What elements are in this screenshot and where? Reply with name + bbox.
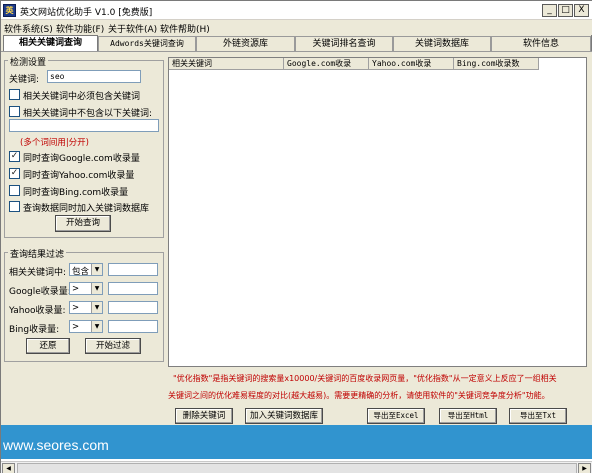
- filter-title: 查询结果过滤: [8, 247, 67, 260]
- tab-strip: 相关关键词查询 Adwords关键词查询 外链资源库 关键词排名查询 关键词数据…: [1, 35, 592, 51]
- minimize-button[interactable]: _: [542, 4, 557, 17]
- add-to-db-label: 查询数据同时加入关键词数据库: [23, 204, 150, 214]
- filter-bing-label: Bing收录量:: [9, 325, 60, 335]
- column-header-bing[interactable]: Bing.com收录数: [454, 58, 539, 70]
- filter-google-label: Google收录量:: [9, 287, 71, 297]
- title-bar: 英 英文网站优化助手 V1.0 [免费版] _ □ X: [1, 1, 592, 20]
- window-title: 英文网站优化助手 V1.0 [免费版]: [20, 8, 153, 18]
- detect-settings-title: 检测设置: [8, 55, 49, 68]
- exclude-keywords-input[interactable]: [9, 119, 159, 132]
- maximize-button[interactable]: □: [558, 4, 573, 17]
- export-excel-button[interactable]: 导出至Excel: [367, 408, 425, 424]
- separator-hint: (多个词间用|分开): [20, 138, 89, 148]
- chevron-down-icon: ▼: [91, 283, 102, 294]
- ad-banner[interactable]: www.seores.com: [1, 425, 592, 461]
- filter-related-select-value: 包含: [72, 267, 90, 277]
- close-button[interactable]: X: [574, 4, 589, 17]
- query-bing-checkbox[interactable]: [9, 185, 20, 196]
- filter-yahoo-select-value: >: [72, 303, 80, 313]
- scrollbar-thumb[interactable]: [17, 463, 577, 473]
- query-yahoo-label: 同时查询Yahoo.com收录量: [23, 171, 135, 181]
- keyword-label: 关键词:: [9, 75, 40, 85]
- column-header-keyword[interactable]: 相关关键词: [169, 58, 284, 70]
- column-header-google[interactable]: Google.com收录: [284, 58, 369, 70]
- filter-related-label: 相关关键词中:: [9, 268, 67, 278]
- app-icon: 英: [3, 4, 16, 17]
- filter-related-input[interactable]: [108, 263, 158, 276]
- query-google-label: 同时查询Google.com收录量: [23, 154, 140, 164]
- filter-bing-select[interactable]: > ▼: [69, 320, 103, 333]
- filter-yahoo-label: Yahoo收录量:: [9, 306, 66, 316]
- must-include-checkbox[interactable]: [9, 89, 20, 100]
- chevron-down-icon: ▼: [91, 302, 102, 313]
- filter-google-select-value: >: [72, 284, 80, 294]
- must-include-label: 相关关键词中必须包含关键词: [23, 92, 141, 102]
- query-yahoo-checkbox[interactable]: ✓: [9, 168, 20, 179]
- filter-yahoo-select[interactable]: > ▼: [69, 301, 103, 314]
- add-to-db-checkbox[interactable]: [9, 201, 20, 212]
- chevron-down-icon: ▼: [91, 321, 102, 332]
- query-google-checkbox[interactable]: ✓: [9, 151, 20, 162]
- menu-functions[interactable]: 软件功能(F): [56, 22, 104, 35]
- export-txt-button[interactable]: 导出至Txt: [509, 408, 567, 424]
- banner-url[interactable]: www.seores.com: [3, 437, 109, 453]
- start-filter-button[interactable]: 开始过滤: [85, 338, 141, 354]
- query-bing-label: 同时查询Bing.com收录量: [23, 188, 129, 198]
- delete-keyword-button[interactable]: 删除关键词: [175, 408, 233, 424]
- app-window: 英 英文网站优化助手 V1.0 [免费版] _ □ X 软件系统(S) 软件功能…: [0, 0, 592, 473]
- filter-yahoo-input[interactable]: [108, 301, 158, 314]
- exclude-label: 相关关键词中不包含以下关键词:: [23, 109, 153, 119]
- chevron-down-icon: ▼: [91, 264, 102, 275]
- tab-related-keywords[interactable]: 相关关键词查询: [3, 35, 98, 51]
- filter-bing-select-value: >: [72, 322, 80, 332]
- keyword-input[interactable]: seo: [47, 70, 141, 83]
- menu-help[interactable]: 软件帮助(H): [160, 22, 210, 35]
- add-to-db-button[interactable]: 加入关键词数据库: [245, 408, 323, 424]
- scroll-left-icon[interactable]: ◀: [2, 463, 15, 473]
- menu-bar: 软件系统(S) 软件功能(F) 关于软件(A) 软件帮助(H): [1, 20, 592, 35]
- exclude-checkbox[interactable]: [9, 106, 20, 117]
- info-text-line1: "优化指数"是指关键词的搜索量x10000/关键词的百度收录网页量，"优化指数"…: [173, 374, 557, 383]
- tab-panel: 检测设置 关键词: seo 相关关键词中必须包含关键词 相关关键词中不包含以下关…: [1, 51, 592, 425]
- export-html-button[interactable]: 导出至Html: [439, 408, 497, 424]
- info-text-line2: 关键词之间的优化难易程度的对比(越大越易)。需要更精确的分析，请使用软件的"关键…: [168, 391, 550, 400]
- tab-software-info[interactable]: 软件信息: [491, 36, 591, 51]
- menu-about[interactable]: 关于软件(A): [108, 22, 157, 35]
- tab-rank-query[interactable]: 关键词排名查询: [295, 36, 393, 51]
- menu-system[interactable]: 软件系统(S): [4, 22, 53, 35]
- start-query-button[interactable]: 开始查询: [55, 215, 111, 232]
- filter-google-select[interactable]: > ▼: [69, 282, 103, 295]
- filter-google-input[interactable]: [108, 282, 158, 295]
- tab-adwords[interactable]: Adwords关键词查询: [98, 36, 196, 51]
- reset-button[interactable]: 还原: [26, 338, 70, 354]
- results-table[interactable]: 相关关键词 Google.com收录 Yahoo.com收录 Bing.com收…: [168, 57, 587, 367]
- tab-backlinks[interactable]: 外链资源库: [196, 36, 295, 51]
- filter-bing-input[interactable]: [108, 320, 158, 333]
- column-header-yahoo[interactable]: Yahoo.com收录: [369, 58, 454, 70]
- horizontal-scrollbar[interactable]: ◀ ▶: [1, 461, 592, 473]
- filter-related-select[interactable]: 包含 ▼: [69, 263, 103, 277]
- scroll-right-icon[interactable]: ▶: [578, 463, 591, 473]
- tab-keyword-db[interactable]: 关键词数据库: [393, 36, 491, 51]
